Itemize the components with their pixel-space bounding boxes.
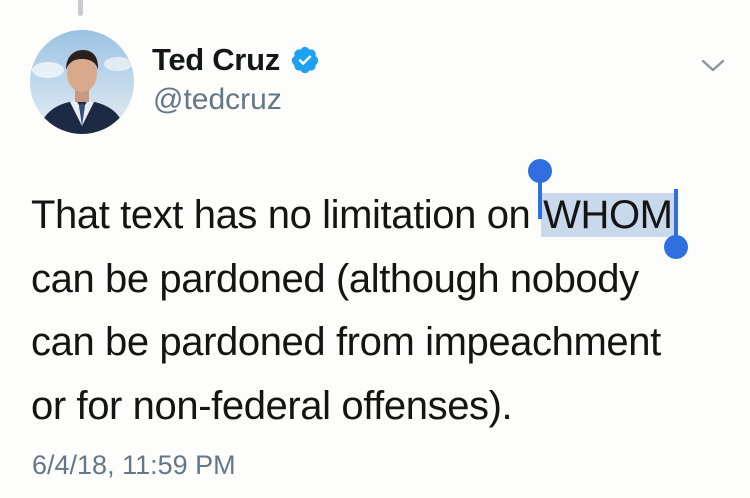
verified-badge-icon xyxy=(290,45,320,75)
thread-connector-line xyxy=(78,0,83,16)
tweet-text-line-3: can be pardoned from impeachment xyxy=(31,320,661,364)
tweet-text-line-1-start: That text has no limitation on xyxy=(31,193,542,237)
author-name-row[interactable]: Ted Cruz xyxy=(152,42,320,78)
author-handle[interactable]: @tedcruz xyxy=(153,83,282,117)
author-display-name[interactable]: Ted Cruz xyxy=(152,42,280,78)
text-selection[interactable]: WHOM xyxy=(528,159,688,259)
selection-end-handle[interactable] xyxy=(663,189,688,259)
avatar-photo xyxy=(30,30,134,134)
tweet-timestamp[interactable]: 6/4/18, 11:59 PM xyxy=(32,450,236,481)
tweet-text-line-1: That text has no limitation on WHOM xyxy=(31,159,731,259)
tweet-text[interactable]: That text has no limitation on WHOM can … xyxy=(31,159,731,438)
avatar[interactable] xyxy=(30,30,134,134)
selection-start-handle[interactable] xyxy=(528,159,553,221)
chevron-down-icon[interactable] xyxy=(700,56,726,76)
tweet-text-line-4: or for non-federal offenses). xyxy=(31,383,513,428)
selected-word: WHOM xyxy=(543,193,673,237)
tweet-text-line-2: can be pardoned (although nobody xyxy=(31,256,639,301)
